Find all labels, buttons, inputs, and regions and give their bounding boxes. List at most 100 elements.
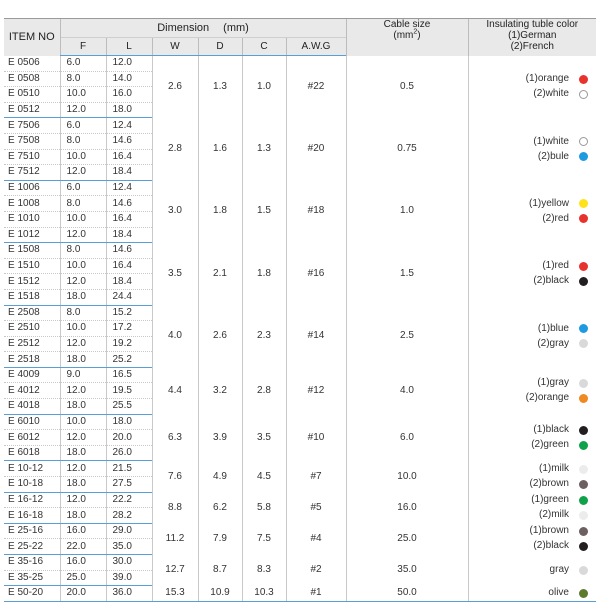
- insulating-color-cell: (1)orange (2)white: [467, 55, 596, 118]
- l-cell: 20.0: [105, 429, 152, 446]
- color-name: (1)gray: [537, 377, 569, 389]
- color-name: (2)orange: [525, 392, 569, 404]
- c-cell: 2.8: [241, 367, 286, 415]
- l-cell: 28.2: [105, 507, 152, 524]
- item-no-cell: E 25-16: [4, 523, 60, 540]
- col-w-header: W: [151, 37, 198, 56]
- l-cell: 12.4: [105, 117, 152, 134]
- item-no-cell: E 10-18: [4, 476, 60, 493]
- dimension-label: Dimension: [157, 22, 210, 34]
- f-cell: 10.0: [59, 320, 106, 337]
- color-option: (2)gray: [469, 336, 588, 351]
- c-cell: 1.8: [241, 242, 286, 305]
- f-cell: 25.0: [59, 570, 106, 587]
- f-cell: 6.0: [59, 180, 106, 197]
- color-name: (2)milk: [539, 509, 569, 521]
- l-cell: 16.5: [105, 367, 152, 384]
- cable-size-cell: 10.0: [345, 460, 468, 493]
- awg-cell: #22: [285, 55, 346, 118]
- item-no-cell: E 2510: [4, 320, 60, 337]
- c-cell: 1.0: [241, 55, 286, 118]
- color-option: (2)orange: [469, 391, 588, 406]
- color-swatch-icon: [579, 74, 588, 84]
- color-option: gray: [469, 563, 588, 578]
- f-cell: 20.0: [59, 585, 106, 602]
- awg-cell: #7: [285, 460, 346, 493]
- f-cell: 6.0: [59, 117, 106, 134]
- insulating-color-cell: (1)red (2)black: [467, 242, 596, 305]
- insulating-color-cell: (1)yellow (2)red: [467, 180, 596, 243]
- l-cell: 15.2: [105, 305, 152, 322]
- cable-size-unit: (mm2): [393, 28, 421, 41]
- awg-cell: #14: [285, 305, 346, 368]
- color-name: (2)black: [533, 275, 569, 287]
- color-swatch-icon: [579, 588, 588, 598]
- l-cell: 18.4: [105, 227, 152, 244]
- color-option: (1)orange: [469, 72, 588, 87]
- cable-size-cell: 0.75: [345, 117, 468, 181]
- l-cell: 25.5: [105, 398, 152, 415]
- color-option: (1)blue: [469, 321, 588, 336]
- table-row: E 7506 6.0 12.4 2.8 1.6 1.3 #20 0.75 (1)white (2)…: [4, 117, 596, 181]
- f-cell: 16.0: [59, 523, 106, 540]
- f-cell: 8.0: [59, 195, 106, 212]
- color-option: (1)brown: [469, 524, 588, 539]
- w-cell: 12.7: [151, 554, 198, 586]
- item-no-cell: E 0510: [4, 86, 60, 103]
- f-cell: 18.0: [59, 351, 106, 368]
- l-cell: 19.5: [105, 382, 152, 400]
- l-cell: 24.4: [105, 289, 152, 306]
- f-cell: 12.0: [59, 336, 106, 353]
- item-no-cell: E 4012: [4, 382, 60, 400]
- f-cell: 8.0: [59, 133, 106, 150]
- color-swatch-icon: [579, 464, 588, 474]
- awg-cell: #18: [285, 180, 346, 243]
- color-option: (2)black: [469, 539, 588, 554]
- item-no-cell: E 7508: [4, 133, 60, 150]
- item-no-cell: E 0506: [4, 55, 60, 72]
- d-cell: 4.9: [197, 460, 242, 493]
- cable-size-header: Cable size (mm2): [345, 18, 468, 56]
- item-no-cell: E 7512: [4, 164, 60, 181]
- color-name: (1)white: [533, 135, 569, 147]
- item-no-cell: E 4009: [4, 367, 60, 384]
- insulating-color-cell: gray: [467, 554, 596, 586]
- item-no-cell: E 16-18: [4, 507, 60, 524]
- c-cell: 4.5: [241, 460, 286, 493]
- f-cell: 12.0: [59, 273, 106, 290]
- color-name: (2)black: [533, 540, 569, 552]
- f-cell: 12.0: [59, 492, 106, 509]
- color-option: (1)white: [469, 134, 588, 149]
- table-row: E 16-12 12.0 22.2 8.8 6.2 5.8 #5 16.0 (1)green (2…: [4, 492, 596, 524]
- l-cell: 22.2: [105, 492, 152, 509]
- f-cell: 10.0: [59, 86, 106, 103]
- f-cell: 18.0: [59, 445, 106, 462]
- d-cell: 1.3: [197, 55, 242, 118]
- d-cell: 3.9: [197, 414, 242, 461]
- d-cell: 8.7: [197, 554, 242, 586]
- awg-cell: #16: [285, 242, 346, 305]
- cable-size-cell: 4.0: [345, 367, 468, 415]
- item-no-cell: E 6018: [4, 445, 60, 462]
- w-cell: 2.8: [151, 117, 198, 181]
- color-header-line1: Insulating tuble color: [486, 19, 579, 31]
- color-name: olive: [548, 587, 569, 599]
- color-swatch-icon: [579, 261, 588, 271]
- cable-size-cell: 6.0: [345, 414, 468, 461]
- l-cell: 18.0: [105, 414, 152, 431]
- cable-size-cell: 1.0: [345, 180, 468, 243]
- w-cell: 8.8: [151, 492, 198, 524]
- f-cell: 12.0: [59, 460, 106, 478]
- w-cell: 6.3: [151, 414, 198, 461]
- color-swatch-icon: [579, 214, 588, 224]
- color-option: (2)green: [469, 438, 588, 453]
- awg-cell: #2: [285, 554, 346, 586]
- item-no-cell: E 2512: [4, 336, 60, 353]
- color-option: (1)milk: [469, 462, 588, 477]
- table-row: E 1508 8.0 14.6 3.5 2.1 1.8 #16 1.5 (1)red (2)bla…: [4, 242, 596, 305]
- color-option: olive: [469, 586, 588, 601]
- f-cell: 8.0: [59, 305, 106, 322]
- color-swatch-icon: [579, 425, 588, 435]
- l-cell: 18.4: [105, 273, 152, 290]
- f-cell: 10.0: [59, 414, 106, 431]
